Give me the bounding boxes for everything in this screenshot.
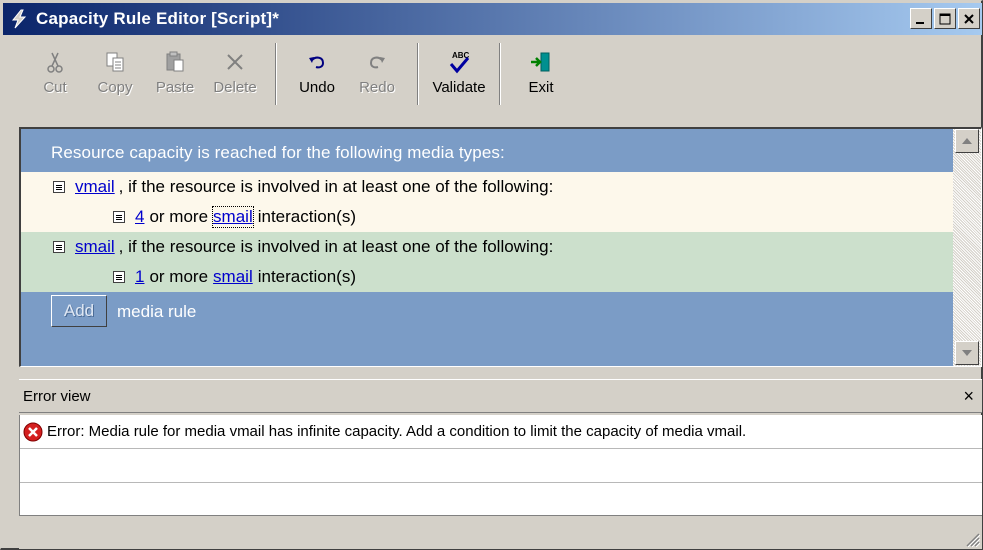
editor-header: Resource capacity is reached for the fol… xyxy=(51,143,505,162)
minimize-icon xyxy=(916,21,924,24)
collapse-toggle-icon[interactable] xyxy=(113,211,125,223)
condition-row-smail[interactable]: 1 or more smail interaction(s) xyxy=(21,262,954,292)
error-list-item[interactable]: Error: Media rule for media vmail has in… xyxy=(20,415,982,449)
scroll-up-button[interactable] xyxy=(955,129,979,153)
error-view-title: Error view xyxy=(23,387,91,405)
copy-icon xyxy=(104,49,126,75)
toolbar-separator xyxy=(499,43,501,105)
maximize-button[interactable] xyxy=(934,8,956,29)
validate-label: Validate xyxy=(432,79,486,96)
resize-grip-icon[interactable] xyxy=(964,531,980,547)
scroll-down-button[interactable] xyxy=(955,341,979,365)
media-link-smail[interactable]: smail xyxy=(75,237,115,257)
close-icon xyxy=(964,13,974,24)
delete-button[interactable]: Delete xyxy=(205,37,265,119)
title-bar[interactable]: Capacity Rule Editor [Script]* xyxy=(3,3,982,35)
arrow-up-icon xyxy=(962,138,972,144)
exit-button[interactable]: Exit xyxy=(511,37,571,119)
toolbar-separator xyxy=(275,43,277,105)
undo-label: Undo xyxy=(299,79,335,96)
collapse-toggle-icon[interactable] xyxy=(53,241,65,253)
app-lightning-icon xyxy=(8,8,30,30)
collapse-toggle-icon[interactable] xyxy=(113,271,125,283)
scissors-icon xyxy=(44,49,66,75)
error-list-item-empty xyxy=(20,449,982,483)
minimize-button[interactable] xyxy=(910,8,932,29)
status-bar xyxy=(19,515,982,549)
redo-button[interactable]: Redo xyxy=(347,37,407,119)
window-title: Capacity Rule Editor [Script]* xyxy=(36,9,280,28)
rule-condition-text: , if the resource is involved in at leas… xyxy=(118,177,554,196)
toolbar: Cut Copy Paste Delete Undo Redo ABC Vali… xyxy=(3,37,982,119)
target-media-link[interactable]: smail xyxy=(213,267,253,287)
exit-door-icon xyxy=(529,49,553,75)
arrow-down-icon xyxy=(962,350,972,356)
count-link[interactable]: 4 xyxy=(135,207,144,227)
interaction-suffix: interaction(s) xyxy=(257,267,356,286)
redo-label: Redo xyxy=(359,79,395,96)
undo-icon xyxy=(306,49,328,75)
redo-icon xyxy=(366,49,388,75)
delete-label: Delete xyxy=(213,79,257,96)
or-more-text: or more xyxy=(149,207,209,226)
spellcheck-icon: ABC xyxy=(446,49,472,75)
rule-editor-pane[interactable]: Resource capacity is reached for the fol… xyxy=(19,127,982,367)
validate-button[interactable]: ABC Validate xyxy=(429,37,489,119)
app-window: Capacity Rule Editor [Script]* Cut Copy … xyxy=(0,0,983,550)
cut-button[interactable]: Cut xyxy=(25,37,85,119)
rule-row-smail[interactable]: smail , if the resource is involved in a… xyxy=(21,232,954,262)
add-media-rule-label: media rule xyxy=(117,302,197,321)
paste-label: Paste xyxy=(155,79,195,96)
rule-condition-text: , if the resource is involved in at leas… xyxy=(118,237,554,256)
or-more-text: or more xyxy=(149,267,209,286)
count-link[interactable]: 1 xyxy=(135,267,144,287)
paste-button[interactable]: Paste xyxy=(145,37,205,119)
condition-row-vmail[interactable]: 4 or more smail interaction(s) xyxy=(21,202,954,232)
paste-icon xyxy=(164,49,186,75)
copy-label: Copy xyxy=(97,79,133,96)
error-list-item-empty xyxy=(20,483,982,517)
error-icon xyxy=(23,422,43,441)
error-view-close-button[interactable]: × xyxy=(963,386,974,407)
maximize-icon xyxy=(939,13,951,24)
error-message: Error: Media rule for media vmail has in… xyxy=(47,423,747,440)
target-media-link[interactable]: smail xyxy=(212,206,254,228)
editor-vertical-scrollbar[interactable] xyxy=(953,129,981,366)
rule-row-vmail[interactable]: vmail , if the resource is involved in a… xyxy=(21,172,954,202)
delete-x-icon xyxy=(224,49,246,75)
close-window-button[interactable] xyxy=(958,8,980,29)
media-link-vmail[interactable]: vmail xyxy=(75,177,115,197)
copy-button[interactable]: Copy xyxy=(85,37,145,119)
collapse-toggle-icon[interactable] xyxy=(53,181,65,193)
undo-button[interactable]: Undo xyxy=(287,37,347,119)
cut-label: Cut xyxy=(43,79,67,96)
add-media-rule-button[interactable]: Add xyxy=(51,295,107,327)
interaction-suffix: interaction(s) xyxy=(257,207,356,226)
toolbar-separator xyxy=(417,43,419,105)
exit-label: Exit xyxy=(528,79,554,96)
error-view-header: Error view × xyxy=(19,379,982,413)
